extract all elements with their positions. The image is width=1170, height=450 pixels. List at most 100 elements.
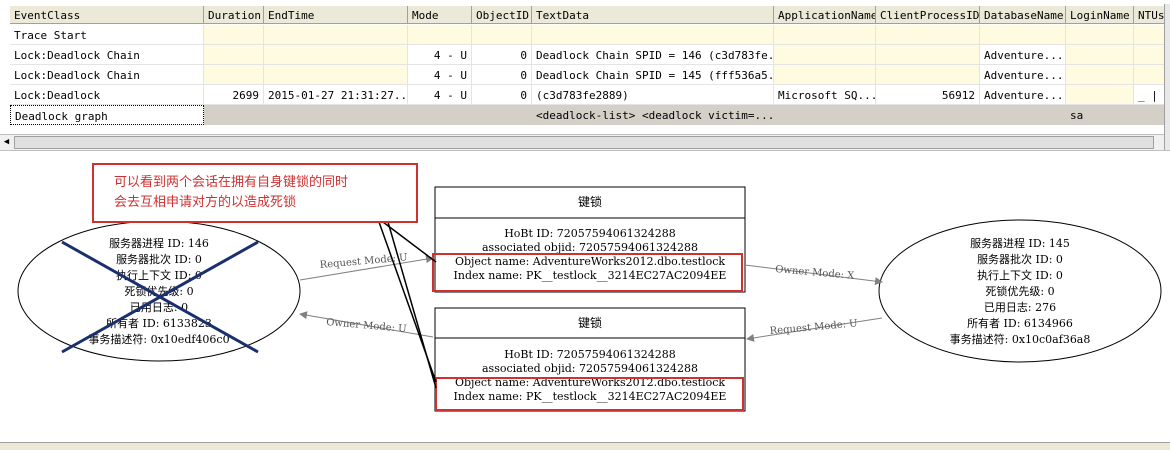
table-cell bbox=[774, 65, 876, 85]
table-cell bbox=[532, 25, 774, 45]
process-left-line: 服务器进程 ID: 146 bbox=[109, 237, 209, 250]
key-lock-hobt: HoBt ID: 72057594061324288 bbox=[504, 227, 676, 240]
table-cell bbox=[1066, 85, 1134, 105]
table-cell: 4 - U bbox=[408, 85, 472, 105]
table-cell bbox=[408, 25, 472, 45]
table-cell: Lock:Deadlock bbox=[10, 85, 204, 105]
table-row[interactable]: Lock:Deadlock 2699 2015-01-27 21:31:27... 4… bbox=[0, 85, 1170, 105]
column-header-eventclass[interactable]: EventClass bbox=[10, 6, 204, 24]
key-lock-node-bottom[interactable]: 键锁 HoBt ID: 72057594061324288 associated… bbox=[434, 307, 746, 412]
table-cell bbox=[264, 105, 408, 125]
table-cell bbox=[204, 65, 264, 85]
table-cell bbox=[204, 105, 264, 125]
table-cell bbox=[204, 25, 264, 45]
edge-right-request: Request Mode: U bbox=[746, 317, 883, 342]
table-cell: 0 bbox=[472, 65, 532, 85]
table-row[interactable]: Lock:Deadlock Chain 4 - U 0 Deadlock Chain … bbox=[0, 65, 1170, 85]
process-node-right[interactable]: 服务器进程 ID: 145 服务器批次 ID: 0 执行上下文 ID: 0 死锁… bbox=[878, 219, 1162, 363]
table-cell: Adventure... bbox=[980, 65, 1066, 85]
key-lock-node-top[interactable]: 键锁 HoBt ID: 72057594061324288 associated… bbox=[432, 186, 746, 293]
annotation-line: 可以看到两个会话在拥有自身键锁的同时 bbox=[114, 175, 349, 190]
table-cell: <deadlock-list> <deadlock victim=... bbox=[532, 105, 774, 125]
column-header-applicationname[interactable]: ApplicationName bbox=[774, 6, 876, 24]
column-header-duration[interactable]: Duration bbox=[204, 6, 264, 24]
table-cell: Trace Start bbox=[10, 25, 204, 45]
edge-right-owner: Owner Mode: X bbox=[744, 264, 883, 286]
table-cell bbox=[472, 105, 532, 125]
column-header-loginname[interactable]: LoginName bbox=[1066, 6, 1134, 24]
key-lock-title: 键锁 bbox=[578, 315, 602, 330]
process-right-line: 已用日志: 276 bbox=[984, 301, 1056, 314]
table-cell bbox=[876, 45, 980, 65]
edge-label: Owner Mode: U bbox=[326, 317, 407, 335]
process-node-left[interactable]: 服务器进程 ID: 146 服务器批次 ID: 0 执行上下文 ID: 0 死锁… bbox=[17, 220, 301, 362]
process-right-line: 事务描述符: 0x10c0af36a8 bbox=[950, 332, 1091, 346]
key-lock-index: Index name: PK__testlock__3214EC27AC2094… bbox=[454, 390, 727, 403]
table-cell bbox=[980, 105, 1066, 125]
table-cell: Lock:Deadlock Chain bbox=[10, 65, 204, 85]
table-cell: (c3d783fe2889) bbox=[532, 85, 774, 105]
scrollbar-thumb[interactable] bbox=[14, 136, 1154, 149]
table-cell: sa bbox=[1066, 105, 1134, 125]
process-left-line: 事务描述符: 0x10edf406c0 bbox=[88, 332, 229, 346]
table-row[interactable]: Deadlock graph <deadlock-list> <deadlock … bbox=[0, 105, 1170, 125]
horizontal-scrollbar[interactable]: ◀ bbox=[0, 134, 1170, 151]
table-cell bbox=[264, 65, 408, 85]
table-cell bbox=[774, 45, 876, 65]
table-cell bbox=[264, 45, 408, 65]
annotation-pointer bbox=[378, 221, 437, 389]
table-cell bbox=[876, 25, 980, 45]
table-row[interactable]: Lock:Deadlock Chain 4 - U 0 Deadlock Chain … bbox=[0, 45, 1170, 65]
edge-left-request: Request Mode: U bbox=[299, 252, 434, 281]
table-cell: 2699 bbox=[204, 85, 264, 105]
table-cell bbox=[472, 25, 532, 45]
table-cell bbox=[1066, 25, 1134, 45]
column-header-clientprocessid[interactable]: ClientProcessID bbox=[876, 6, 980, 24]
process-right-line: 服务器进程 ID: 145 bbox=[970, 237, 1070, 250]
table-cell: 0 bbox=[472, 45, 532, 65]
annotation-line: 会去互相申请对方的以造成死锁 bbox=[114, 195, 297, 210]
table-cell bbox=[408, 105, 472, 125]
process-right-line: 死锁优先级: 0 bbox=[985, 284, 1054, 298]
table-cell bbox=[264, 25, 408, 45]
column-header-databasename[interactable]: DatabaseName bbox=[980, 6, 1066, 24]
process-right-line: 执行上下文 ID: 0 bbox=[977, 268, 1063, 282]
table-cell: 4 - U bbox=[408, 45, 472, 65]
table-cell: Adventure... bbox=[980, 85, 1066, 105]
table-cell: 56912 bbox=[876, 85, 980, 105]
table-cell: Deadlock Chain SPID = 145 (fff536a5... bbox=[532, 65, 774, 85]
process-right-line: 所有者 ID: 6134966 bbox=[967, 316, 1073, 330]
key-lock-object: Object name: AdventureWorks2012.dbo.test… bbox=[455, 255, 725, 268]
table-cell bbox=[876, 65, 980, 85]
scroll-left-icon[interactable]: ◀ bbox=[0, 135, 13, 150]
table-cell: 0 bbox=[472, 85, 532, 105]
table-cell bbox=[1066, 45, 1134, 65]
edge-label: Request Mode: U bbox=[769, 318, 858, 337]
table-row[interactable]: Trace Start bbox=[0, 25, 1170, 45]
key-lock-objid: associated objid: 72057594061324288 bbox=[482, 241, 698, 254]
vertical-scrollbar[interactable] bbox=[1164, 4, 1170, 150]
table-cell: Adventure... bbox=[980, 45, 1066, 65]
annotation-callout: 可以看到两个会话在拥有自身键锁的同时 会去互相申请对方的以造成死锁 bbox=[92, 163, 418, 223]
column-header-objectid[interactable]: ObjectID bbox=[472, 6, 532, 24]
edge-label: Owner Mode: X bbox=[775, 264, 856, 282]
table-cell: 4 - U bbox=[408, 65, 472, 85]
table-cell: Deadlock Chain SPID = 146 (c3d783fe... bbox=[532, 45, 774, 65]
process-right-line: 服务器批次 ID: 0 bbox=[977, 252, 1063, 266]
table-cell: Lock:Deadlock Chain bbox=[10, 45, 204, 65]
table-cell bbox=[774, 105, 876, 125]
key-lock-hobt: HoBt ID: 72057594061324288 bbox=[504, 348, 676, 361]
table-cell bbox=[1066, 65, 1134, 85]
table-cell bbox=[204, 45, 264, 65]
table-cell: 2015-01-27 21:31:27... bbox=[264, 85, 408, 105]
key-lock-index: Index name: PK__testlock__3214EC27AC2094… bbox=[454, 269, 727, 282]
table-cell bbox=[980, 25, 1066, 45]
key-lock-objid: associated objid: 72057594061324288 bbox=[482, 362, 698, 375]
column-header-endtime[interactable]: EndTime bbox=[264, 6, 408, 24]
table-cell: Deadlock graph bbox=[10, 105, 204, 125]
table-cell bbox=[876, 105, 980, 125]
column-header-textdata[interactable]: TextData bbox=[532, 6, 774, 24]
process-left-line: 服务器批次 ID: 0 bbox=[116, 252, 202, 266]
table-cell bbox=[774, 25, 876, 45]
column-header-mode[interactable]: Mode bbox=[408, 6, 472, 24]
